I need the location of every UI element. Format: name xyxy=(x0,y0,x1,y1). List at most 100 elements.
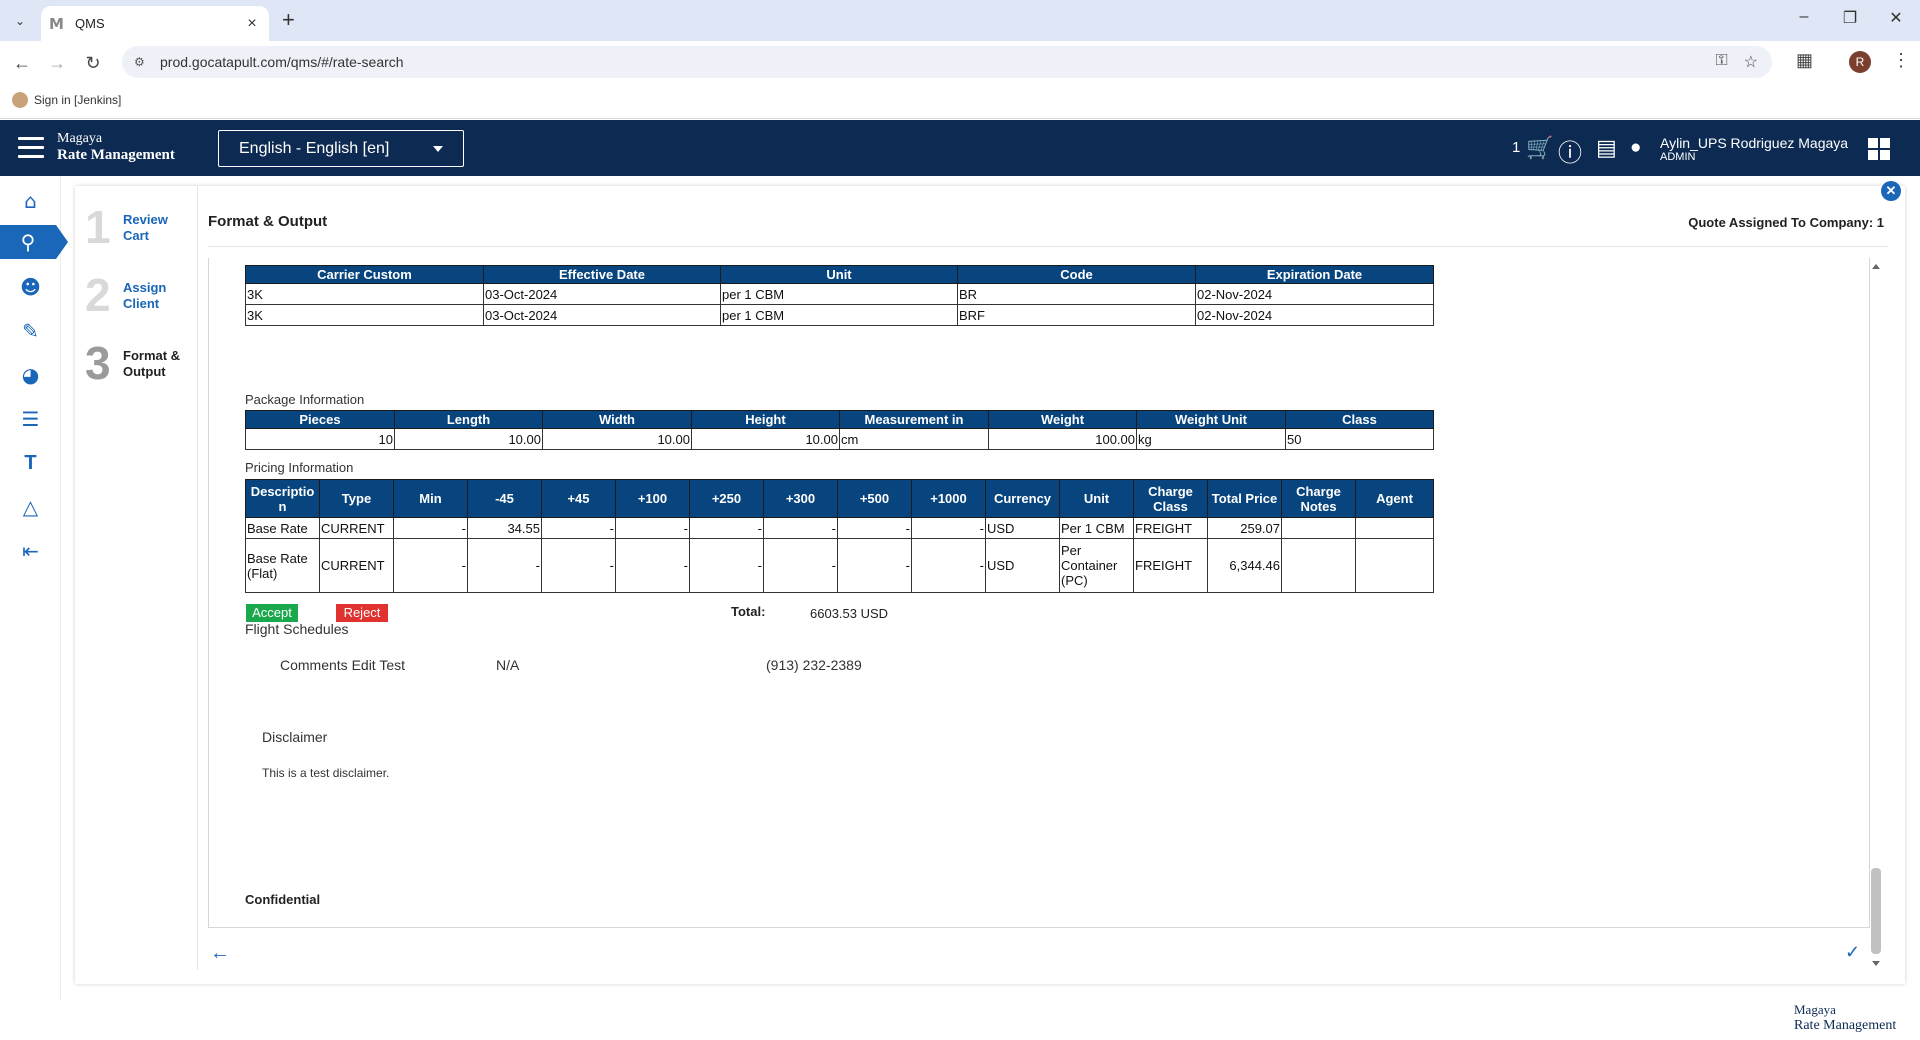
address-bar: ← → ↻ ⚙ prod.gocatapult.com/qms/#/rate-s… xyxy=(0,41,1920,83)
scroll-thumb[interactable] xyxy=(1871,868,1881,954)
scroll-down-icon[interactable] xyxy=(1872,961,1880,966)
col-header: Measurement in xyxy=(839,410,989,429)
cell xyxy=(1281,538,1356,593)
password-key-icon[interactable]: ⚿ xyxy=(1715,52,1727,72)
back-icon[interactable]: ← xyxy=(9,50,35,76)
cell: 10.00 xyxy=(394,428,543,450)
tab-title: QMS xyxy=(75,16,105,31)
table-row: 3K 03-Oct-2024 per 1 CBM BRF 02-Nov-2024 xyxy=(245,304,1434,326)
col-header: Carrier Custom xyxy=(245,265,484,284)
reject-button[interactable]: Reject xyxy=(336,604,388,622)
col-header: +300 xyxy=(763,479,838,518)
home-icon[interactable]: ⌂ xyxy=(0,184,61,218)
tab-list-chevron-icon[interactable]: ⌄ xyxy=(8,9,32,33)
wizard-steps: 1 Review Cart 2 Assign Client 3 Format & Ou… xyxy=(75,186,198,970)
preview-scrollbar[interactable] xyxy=(1869,262,1883,968)
search-icon[interactable]: ⚲ xyxy=(0,225,68,259)
bookmark-star-icon[interactable]: ☆ xyxy=(1744,52,1758,72)
col-header: Pieces xyxy=(245,410,395,429)
cart-count: 1 xyxy=(1512,139,1521,156)
package-table: Pieces Length Width Height Measurement i… xyxy=(245,410,1434,450)
accept-button[interactable]: Accept xyxy=(246,604,298,622)
cell: USD xyxy=(985,517,1060,539)
users-icon[interactable]: ☻ xyxy=(0,270,61,304)
reports-icon[interactable]: ▤ xyxy=(1596,135,1617,161)
url-text: prod.gocatapult.com/qms/#/rate-search xyxy=(160,54,404,70)
browser-menu-icon[interactable]: ⋮ xyxy=(1892,50,1910,71)
col-header: +250 xyxy=(689,479,764,518)
user-name[interactable]: Aylin_UPS Rodriguez Magaya xyxy=(1660,135,1848,151)
bookmark-jenkins[interactable]: Sign in [Jenkins] xyxy=(12,92,121,108)
forward-icon[interactable]: → xyxy=(44,50,70,76)
new-tab-plus-icon[interactable]: + xyxy=(282,9,295,31)
tab-favicon: M xyxy=(49,14,64,33)
cell: kg xyxy=(1136,428,1286,450)
reload-icon[interactable]: ↻ xyxy=(80,50,106,76)
disclaimer-text: This is a test disclaimer. xyxy=(262,766,390,780)
text-icon[interactable]: T xyxy=(0,446,61,480)
browser-tab[interactable]: M QMS × xyxy=(41,6,269,41)
extensions-icon[interactable]: ▦ xyxy=(1796,50,1813,71)
site-info-icon[interactable]: ⚙ xyxy=(134,55,156,69)
footer-brand-line2: Rate Management xyxy=(1794,1018,1897,1033)
left-nav-rail: ⌂ ⚲ ☻ ✎ ◕ ☰ T △ ⇤ xyxy=(0,176,68,1000)
language-value: English - English [en] xyxy=(239,139,390,157)
cell: - xyxy=(467,538,542,593)
col-header: +45 xyxy=(541,479,616,518)
cell: - xyxy=(615,517,690,539)
col-header: +1000 xyxy=(911,479,986,518)
comments-text: Comments Edit Test xyxy=(280,657,406,673)
total-label: Total: xyxy=(731,604,766,619)
brand-line1: Magaya xyxy=(57,131,103,146)
cell: 02-Nov-2024 xyxy=(1195,304,1434,326)
close-panel-icon[interactable]: ✕ xyxy=(1881,181,1901,201)
col-header: Length xyxy=(394,410,543,429)
cart-icon[interactable]: 🛒 xyxy=(1526,135,1553,161)
app-header: Magaya Rate Management English - English… xyxy=(0,120,1920,176)
back-arrow-icon[interactable]: ← xyxy=(210,942,230,965)
col-header: Unit xyxy=(1059,479,1134,518)
step-label: Review Cart xyxy=(123,212,168,243)
url-field[interactable]: ⚙ prod.gocatapult.com/qms/#/rate-search … xyxy=(122,46,1772,78)
browser-tabbar: ⌄ M QMS × + – ❐ ✕ xyxy=(0,0,1920,41)
tab-close-icon[interactable]: × xyxy=(243,15,261,33)
cell xyxy=(1355,517,1434,539)
col-header: +100 xyxy=(615,479,690,518)
pie-chart-icon[interactable]: ◕ xyxy=(0,358,61,392)
language-select[interactable]: English - English [en] xyxy=(218,130,464,167)
title-divider xyxy=(208,246,1888,247)
cell: - xyxy=(837,517,912,539)
pricing-section-label: Pricing Information xyxy=(245,460,354,475)
hierarchy-icon[interactable]: △ xyxy=(0,490,61,524)
apps-grid-icon[interactable] xyxy=(1868,138,1890,160)
import-icon[interactable]: ⇤ xyxy=(0,534,61,568)
cell: - xyxy=(689,517,764,539)
disclaimer-title: Disclaimer xyxy=(262,729,328,745)
window-close-icon[interactable]: ✕ xyxy=(1873,8,1919,28)
total-value: 6603.53 USD xyxy=(810,606,889,621)
profile-avatar[interactable]: R xyxy=(1849,51,1871,73)
minimize-icon[interactable]: – xyxy=(1781,8,1827,26)
cell: Per 1 CBM xyxy=(1059,517,1134,539)
step-number: 2 xyxy=(85,269,111,321)
scroll-up-icon[interactable] xyxy=(1872,264,1880,269)
col-header: +500 xyxy=(837,479,912,518)
step-number: 3 xyxy=(85,337,111,389)
na-text: N/A xyxy=(496,657,520,673)
messages-icon[interactable]: ☰ xyxy=(0,402,61,436)
restore-icon[interactable]: ❐ xyxy=(1827,8,1873,28)
help-icon[interactable]: ⓘ xyxy=(1558,133,1582,168)
cell: - xyxy=(393,517,468,539)
edit-icon[interactable]: ✎ xyxy=(0,314,61,348)
cell: 03-Oct-2024 xyxy=(483,304,721,326)
menu-hamburger-icon[interactable] xyxy=(18,137,44,159)
confirm-check-icon[interactable]: ✓ xyxy=(1845,942,1860,963)
cell: FREIGHT xyxy=(1133,517,1208,539)
step-format-output[interactable]: 3 Format & Output xyxy=(85,340,180,386)
step-review-cart[interactable]: 1 Review Cart xyxy=(85,204,168,250)
cell: USD xyxy=(985,538,1060,593)
user-icon[interactable]: ● xyxy=(1630,137,1641,159)
cell: 03-Oct-2024 xyxy=(483,283,721,305)
table-row: Base Rate (Flat) CURRENT - - - - - - - -… xyxy=(245,538,1434,593)
step-assign-client[interactable]: 2 Assign Client xyxy=(85,272,166,318)
